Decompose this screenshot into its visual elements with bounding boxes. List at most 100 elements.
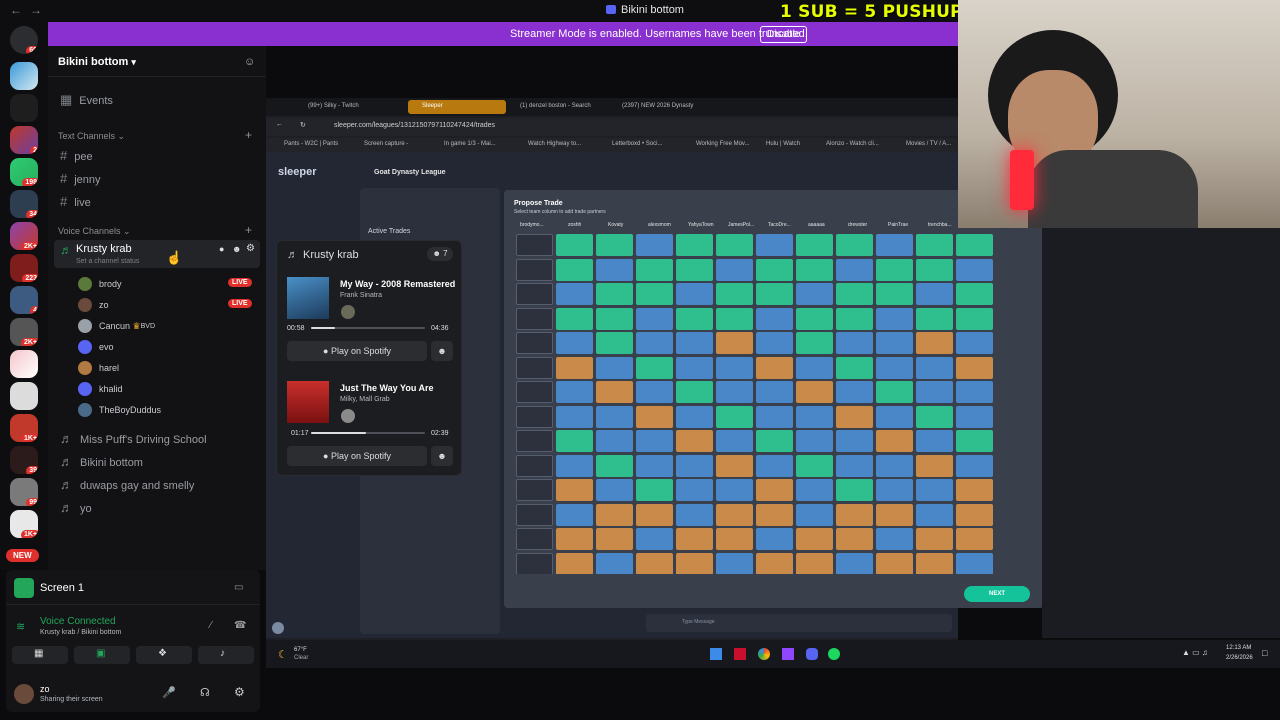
roster-slot[interactable] [836,332,873,354]
roster-slot[interactable] [836,258,873,281]
roster-slot[interactable] [956,381,993,403]
roster-slot[interactable] [876,454,913,477]
roster-slot[interactable] [796,258,833,281]
roster-slot[interactable] [596,234,633,256]
gear-icon[interactable]: ⚙ [246,243,255,254]
roster-slot[interactable] [916,552,953,574]
roster-slot[interactable] [836,528,873,550]
roster-slot[interactable] [956,503,993,526]
roster-slot[interactable] [756,430,793,452]
server-icon[interactable]: 39 [10,446,38,474]
roster-slot[interactable] [956,332,993,354]
soundboard-button[interactable]: ♪ [198,646,254,664]
roster-slot[interactable] [796,454,833,477]
tray-icons[interactable]: ▲ ▭ ♫ [1182,648,1208,657]
roster-slot[interactable] [716,430,753,452]
screen-share-button[interactable]: ▣ [74,646,130,664]
roster-slot[interactable] [676,283,713,305]
member-theboyduddus[interactable]: TheBoyDuddus [78,403,161,417]
roster-slot-own[interactable] [516,503,553,526]
microphone-icon[interactable]: 🎤 [162,686,176,699]
roster-slot[interactable] [956,234,993,256]
twitch-icon[interactable] [782,648,794,660]
roster-slot[interactable] [876,332,913,354]
disconnect-icon[interactable]: ☎ [234,620,246,631]
server-icon[interactable]: 34 [10,190,38,218]
roster-slot[interactable] [756,258,793,281]
roster-slot[interactable] [636,307,673,330]
roster-slot[interactable] [916,332,953,354]
roster-slot[interactable] [716,234,753,256]
roster-slot[interactable] [716,356,753,379]
add-channel-icon[interactable]: + [245,128,252,142]
roster-slot[interactable] [756,528,793,550]
roster-slot-own[interactable] [516,552,553,574]
notification-icon[interactable]: □ [1262,648,1267,658]
roster-slot[interactable] [556,307,593,330]
forward-icon[interactable]: → [30,3,42,17]
tab-sleeper[interactable]: Sleeper [422,103,443,109]
roster-slot[interactable] [876,503,913,526]
roster-slot[interactable] [596,405,633,428]
roster-slot[interactable] [596,552,633,574]
channel-pee[interactable]: # pee [60,148,93,163]
roster-slot[interactable] [796,234,833,256]
roster-slot[interactable] [636,528,673,550]
roster-slot[interactable] [556,283,593,305]
server-icon[interactable]: 1K+ [10,414,38,442]
text-category[interactable]: Text Channels ⌄ [58,131,125,142]
roster-slot[interactable] [556,528,593,550]
roster-slot[interactable] [756,405,793,428]
roster-slot[interactable] [596,381,633,403]
roster-slot[interactable] [916,405,953,428]
roster-slot[interactable] [596,454,633,477]
roster-slot[interactable] [756,503,793,526]
roster-slot[interactable] [716,381,753,403]
roster-slot[interactable] [556,479,593,501]
clock-time[interactable]: 12:13 AM [1226,645,1251,651]
bookmark[interactable]: Movies / TV / A... [906,141,951,147]
roster-slot[interactable] [716,454,753,477]
popout-icon[interactable]: ▭ [234,582,243,593]
roster-slot[interactable] [876,552,913,574]
roster-slot[interactable] [916,528,953,550]
spotify-taskbar-icon[interactable] [828,648,840,660]
roster-slot[interactable] [796,307,833,330]
bookmark[interactable]: Alonzo - Watch cli... [826,141,879,147]
discord-taskbar-icon[interactable] [806,648,818,660]
roster-slot[interactable] [916,307,953,330]
roster-slot[interactable] [836,307,873,330]
roster-slot[interactable] [836,552,873,574]
bookmark[interactable]: Letterboxd • Soci... [612,141,662,147]
roster-slot[interactable] [556,258,593,281]
roster-slot[interactable] [676,332,713,354]
voice-channel-duwaps[interactable]: ♬ duwaps gay and smelly [60,477,194,492]
roster-slot[interactable] [676,454,713,477]
channel-live[interactable]: # live [60,194,91,209]
play-on-spotify-button[interactable]: ● Play on Spotify [287,341,427,361]
team-header[interactable]: YahyaTown [688,222,713,228]
roster-slot[interactable] [756,454,793,477]
roster-slot[interactable] [916,454,953,477]
team-header[interactable]: PainTrae [888,222,908,228]
roster-slot[interactable] [556,503,593,526]
guild-header[interactable]: Bikini bottom ▾ [58,56,136,68]
roster-slot[interactable] [636,258,673,281]
roster-slot[interactable] [716,307,753,330]
roster-slot[interactable] [876,381,913,403]
server-icon[interactable]: 223 [10,254,38,282]
roster-slot[interactable] [796,552,833,574]
roster-slot[interactable] [876,528,913,550]
member-harel[interactable]: harel [78,361,119,375]
bookmark[interactable]: In game 1/3 - Mai... [444,141,496,147]
voice-channel-krusty-krab[interactable]: ♬ Krusty krab Set a channel status ● ☻ ⚙ [54,240,260,268]
server-dm[interactable]: 69 [10,26,38,54]
roster-slot-own[interactable] [516,479,553,501]
roster-slot[interactable] [796,528,833,550]
roster-slot[interactable] [676,234,713,256]
team-header[interactable]: JamesPol... [728,222,754,228]
server-icon[interactable]: 99 [10,478,38,506]
disable-button[interactable]: Disable [760,26,808,43]
roster-slot[interactable] [876,405,913,428]
team-header[interactable]: brodymo... [520,222,544,228]
